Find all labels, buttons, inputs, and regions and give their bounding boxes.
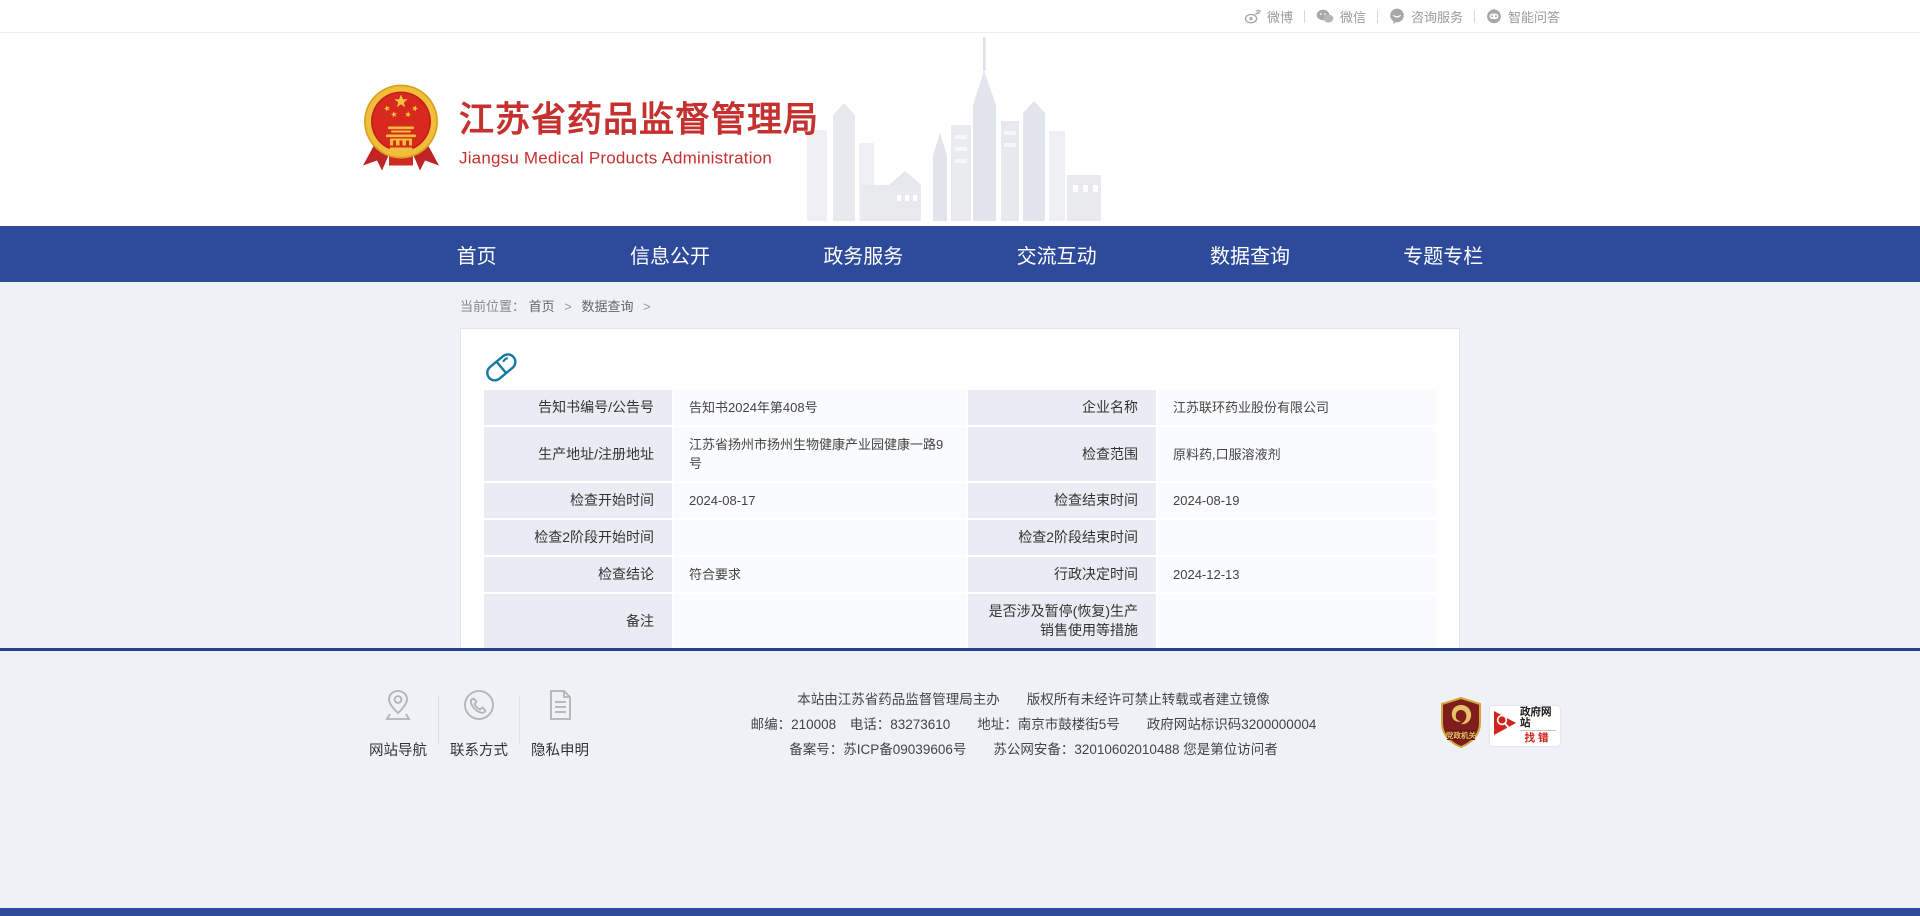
table-row: 检查结论 符合要求 行政决定时间 2024-12-13 xyxy=(484,557,1436,592)
nav-item-interaction[interactable]: 交流互动 xyxy=(960,226,1153,282)
consult-service-label: 咨询服务 xyxy=(1411,7,1463,26)
footer-link-contact[interactable]: 联系方式 xyxy=(441,687,517,760)
gov-site-badge-title: 政府网站 xyxy=(1520,707,1556,728)
wechat-link[interactable]: 微信 xyxy=(1316,7,1366,26)
pill-capsule-icon xyxy=(482,346,1438,384)
inspection-detail-table: 告知书编号/公告号 告知书2024年第408号 企业名称 江苏联环药业股份有限公… xyxy=(482,388,1438,650)
field-value: 2024-12-13 xyxy=(1158,557,1436,592)
field-label: 检查结论 xyxy=(484,557,672,592)
field-label: 行政决定时间 xyxy=(968,557,1156,592)
footer-quick-links: 网站导航 联系方式 xyxy=(360,687,598,760)
footer-line-host: 本站由江苏省药品监督管理局主办 版权所有未经许可禁止转载或者建立镜像 xyxy=(648,687,1419,712)
breadcrumb-separator: > xyxy=(564,299,572,314)
field-label: 告知书编号/公告号 xyxy=(484,390,672,425)
bottom-accent-bar xyxy=(0,908,1920,916)
nav-item-home[interactable]: 首页 xyxy=(380,226,573,282)
field-value xyxy=(674,594,966,648)
inspection-detail-card: 告知书编号/公告号 告知书2024年第408号 企业名称 江苏联环药业股份有限公… xyxy=(460,328,1460,651)
weibo-icon xyxy=(1244,9,1261,24)
field-label: 备注 xyxy=(484,594,672,648)
table-row: 备注 是否涉及暂停(恢复)生产销售使用等措施 xyxy=(484,594,1436,648)
table-row: 生产地址/注册地址 江苏省扬州市扬州生物健康产业园健康一路9号 检查范围 原料药… xyxy=(484,427,1436,481)
field-label: 检查2阶段结束时间 xyxy=(968,520,1156,555)
footer-line-contact: 邮编：210008 电话：83273610 地址：南京市鼓楼街5号 政府网站标识… xyxy=(648,712,1419,737)
field-value: 告知书2024年第408号 xyxy=(674,390,966,425)
phone-icon xyxy=(461,710,497,727)
field-label: 检查2阶段开始时间 xyxy=(484,520,672,555)
topbar-divider xyxy=(1377,10,1378,23)
nav-item-info-disclosure[interactable]: 信息公开 xyxy=(573,226,766,282)
topbar-divider xyxy=(1474,10,1475,23)
field-label: 检查范围 xyxy=(968,427,1156,481)
footer-link-label: 联系方式 xyxy=(441,739,517,760)
nav-item-data-query[interactable]: 数据查询 xyxy=(1153,226,1346,282)
privacy-document-icon xyxy=(542,710,578,727)
footer-divider xyxy=(519,695,520,745)
site-brand[interactable]: 江苏省药品监督管理局 Jiangsu Medical Products Admi… xyxy=(360,81,819,178)
gov-site-find-error-badge[interactable]: 政府网站 找错 xyxy=(1490,706,1560,746)
weibo-link[interactable]: 微博 xyxy=(1244,7,1293,26)
site-subtitle: Jiangsu Medical Products Administration xyxy=(459,148,819,168)
breadcrumb-home-link[interactable]: 首页 xyxy=(529,299,555,314)
nav-item-gov-services[interactable]: 政务服务 xyxy=(767,226,960,282)
gov-site-badge-subtitle: 找错 xyxy=(1525,733,1552,744)
breadcrumb-separator: > xyxy=(643,299,651,314)
field-value xyxy=(674,520,966,555)
national-emblem-logo xyxy=(360,81,442,178)
breadcrumb-data-query-link[interactable]: 数据查询 xyxy=(582,299,634,314)
footer-link-label: 网站导航 xyxy=(360,739,436,760)
site-title: 江苏省药品监督管理局 xyxy=(459,91,819,142)
field-label: 检查开始时间 xyxy=(484,483,672,518)
cityscape-illustration xyxy=(805,35,1115,226)
svg-text:党政机关: 党政机关 xyxy=(1446,730,1476,740)
field-value: 江苏省扬州市扬州生物健康产业园健康一路9号 xyxy=(674,427,966,481)
field-label: 企业名称 xyxy=(968,390,1156,425)
footer-link-sitemap[interactable]: 网站导航 xyxy=(360,687,436,760)
weibo-label: 微博 xyxy=(1267,7,1293,26)
wechat-icon xyxy=(1316,9,1334,24)
breadcrumb-prefix: 当前位置： xyxy=(460,299,525,314)
table-row: 检查2阶段开始时间 检查2阶段结束时间 xyxy=(484,520,1436,555)
footer-legal-text: 本站由江苏省药品监督管理局主办 版权所有未经许可禁止转载或者建立镜像 邮编：21… xyxy=(598,687,1439,762)
find-error-magnifier-icon xyxy=(1492,709,1518,742)
table-row: 检查开始时间 2024-08-17 检查结束时间 2024-08-19 xyxy=(484,483,1436,518)
field-value: 2024-08-17 xyxy=(674,483,966,518)
consult-icon xyxy=(1389,8,1405,24)
consult-service-link[interactable]: 咨询服务 xyxy=(1389,7,1463,26)
footer-link-privacy[interactable]: 隐私申明 xyxy=(522,687,598,760)
footer-divider xyxy=(438,695,439,745)
site-header: 江苏省药品监督管理局 Jiangsu Medical Products Admi… xyxy=(0,33,1920,226)
topbar-divider xyxy=(1304,10,1305,23)
breadcrumb: 当前位置： 首页 > 数据查询 > xyxy=(460,282,1460,328)
qa-robot-icon xyxy=(1486,8,1502,24)
table-row: 告知书编号/公告号 告知书2024年第408号 企业名称 江苏联环药业股份有限公… xyxy=(484,390,1436,425)
field-value: 原料药,口服溶液剂 xyxy=(1158,427,1436,481)
field-value: 2024-08-19 xyxy=(1158,483,1436,518)
sitemap-pin-icon xyxy=(380,710,416,727)
field-label: 生产地址/注册地址 xyxy=(484,427,672,481)
top-utility-bar: 微博 微信 咨询服务 智能问答 xyxy=(0,0,1920,33)
main-content-area: 当前位置： 首页 > 数据查询 > 告知书编号/公告号 告知书2024年第408… xyxy=(0,282,1920,651)
party-gov-shield-badge[interactable]: 党政机关 xyxy=(1439,697,1483,754)
smart-qa-link[interactable]: 智能问答 xyxy=(1486,7,1560,26)
field-value: 江苏联环药业股份有限公司 xyxy=(1158,390,1436,425)
main-navigation: 首页 信息公开 政务服务 交流互动 数据查询 专题专栏 xyxy=(0,226,1920,282)
field-value xyxy=(1158,520,1436,555)
footer-badges: 党政机关 政府网站 找错 xyxy=(1439,687,1560,754)
field-label: 检查结束时间 xyxy=(968,483,1156,518)
smart-qa-label: 智能问答 xyxy=(1508,7,1560,26)
footer-link-label: 隐私申明 xyxy=(522,739,598,760)
field-label: 是否涉及暂停(恢复)生产销售使用等措施 xyxy=(968,594,1156,648)
nav-item-special-topics[interactable]: 专题专栏 xyxy=(1347,226,1540,282)
field-value xyxy=(1158,594,1436,648)
wechat-label: 微信 xyxy=(1340,7,1366,26)
site-footer: 网站导航 联系方式 xyxy=(0,651,1920,908)
footer-line-icp: 备案号：苏ICP备09039606号 苏公网安备：32010602010488 … xyxy=(648,737,1419,762)
field-value: 符合要求 xyxy=(674,557,966,592)
